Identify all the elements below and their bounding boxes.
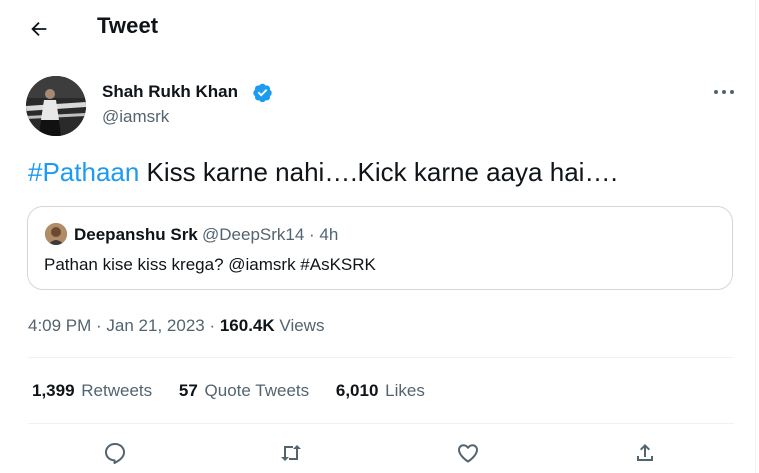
header-bar: Tweet xyxy=(0,0,755,54)
retweets-count: 1,399 xyxy=(32,381,75,400)
quote-tweets-label: Quote Tweets xyxy=(204,381,310,400)
tweet-detail-panel: Tweet Shah Rukh Khan @iamsrk #Pathaan Ki… xyxy=(0,0,756,473)
tweet-timestamp[interactable]: 4:09 PM · Jan 21, 2023 · xyxy=(28,316,215,335)
more-options-button[interactable] xyxy=(709,82,739,102)
reply-icon xyxy=(103,441,127,465)
like-icon xyxy=(456,441,480,465)
action-bar xyxy=(0,426,755,473)
quoted-text: Pathan kise kiss krega? @iamsrk #AsKSRK xyxy=(44,255,376,274)
verified-badge-icon xyxy=(252,82,273,103)
hashtag-link[interactable]: #Pathaan xyxy=(28,157,139,187)
likes-stat[interactable]: 6,010 Likes xyxy=(336,381,425,401)
engagement-stats: 1,399 Retweets 57 Quote Tweets 6,010 Lik… xyxy=(32,381,447,401)
retweets-stat[interactable]: 1,399 Retweets xyxy=(32,381,152,401)
quoted-author-avatar xyxy=(45,223,67,245)
tweet-meta: 4:09 PM · Jan 21, 2023 · 160.4K Views xyxy=(28,316,324,336)
likes-count: 6,010 xyxy=(335,381,379,400)
back-button[interactable] xyxy=(22,12,56,46)
retweet-button[interactable] xyxy=(272,434,310,472)
views-count: 160.4K xyxy=(219,316,275,335)
author-handle[interactable]: @iamsrk xyxy=(102,107,169,127)
author-name[interactable]: Shah Rukh Khan xyxy=(102,82,238,102)
like-button[interactable] xyxy=(449,434,487,472)
more-icon xyxy=(713,89,735,95)
reply-button[interactable] xyxy=(96,434,134,472)
author-avatar[interactable] xyxy=(26,76,86,136)
likes-label: Likes xyxy=(385,381,425,400)
page-title: Tweet xyxy=(97,13,159,38)
retweet-icon xyxy=(278,441,304,465)
retweets-label: Retweets xyxy=(81,381,153,400)
quoted-tweet[interactable]: Deepanshu Srk @DeepSrk14 · 4h Pathan kis… xyxy=(27,206,733,290)
quote-tweets-stat[interactable]: 57 Quote Tweets xyxy=(179,381,309,401)
tweet-body: #Pathaan Kiss karne nahi….Kick karne aay… xyxy=(28,156,618,188)
tweet-text: Kiss karne nahi….Kick karne aaya hai…. xyxy=(139,157,618,187)
quoted-author-name: Deepanshu Srk xyxy=(74,225,198,244)
views-label: Views xyxy=(279,316,325,335)
quoted-handle-time: @DeepSrk14 · 4h xyxy=(202,225,339,244)
back-arrow-icon xyxy=(28,18,50,40)
divider xyxy=(28,423,734,424)
share-icon xyxy=(633,441,657,465)
share-button[interactable] xyxy=(626,434,664,472)
divider xyxy=(28,357,734,358)
quote-tweets-count: 57 xyxy=(178,381,198,400)
